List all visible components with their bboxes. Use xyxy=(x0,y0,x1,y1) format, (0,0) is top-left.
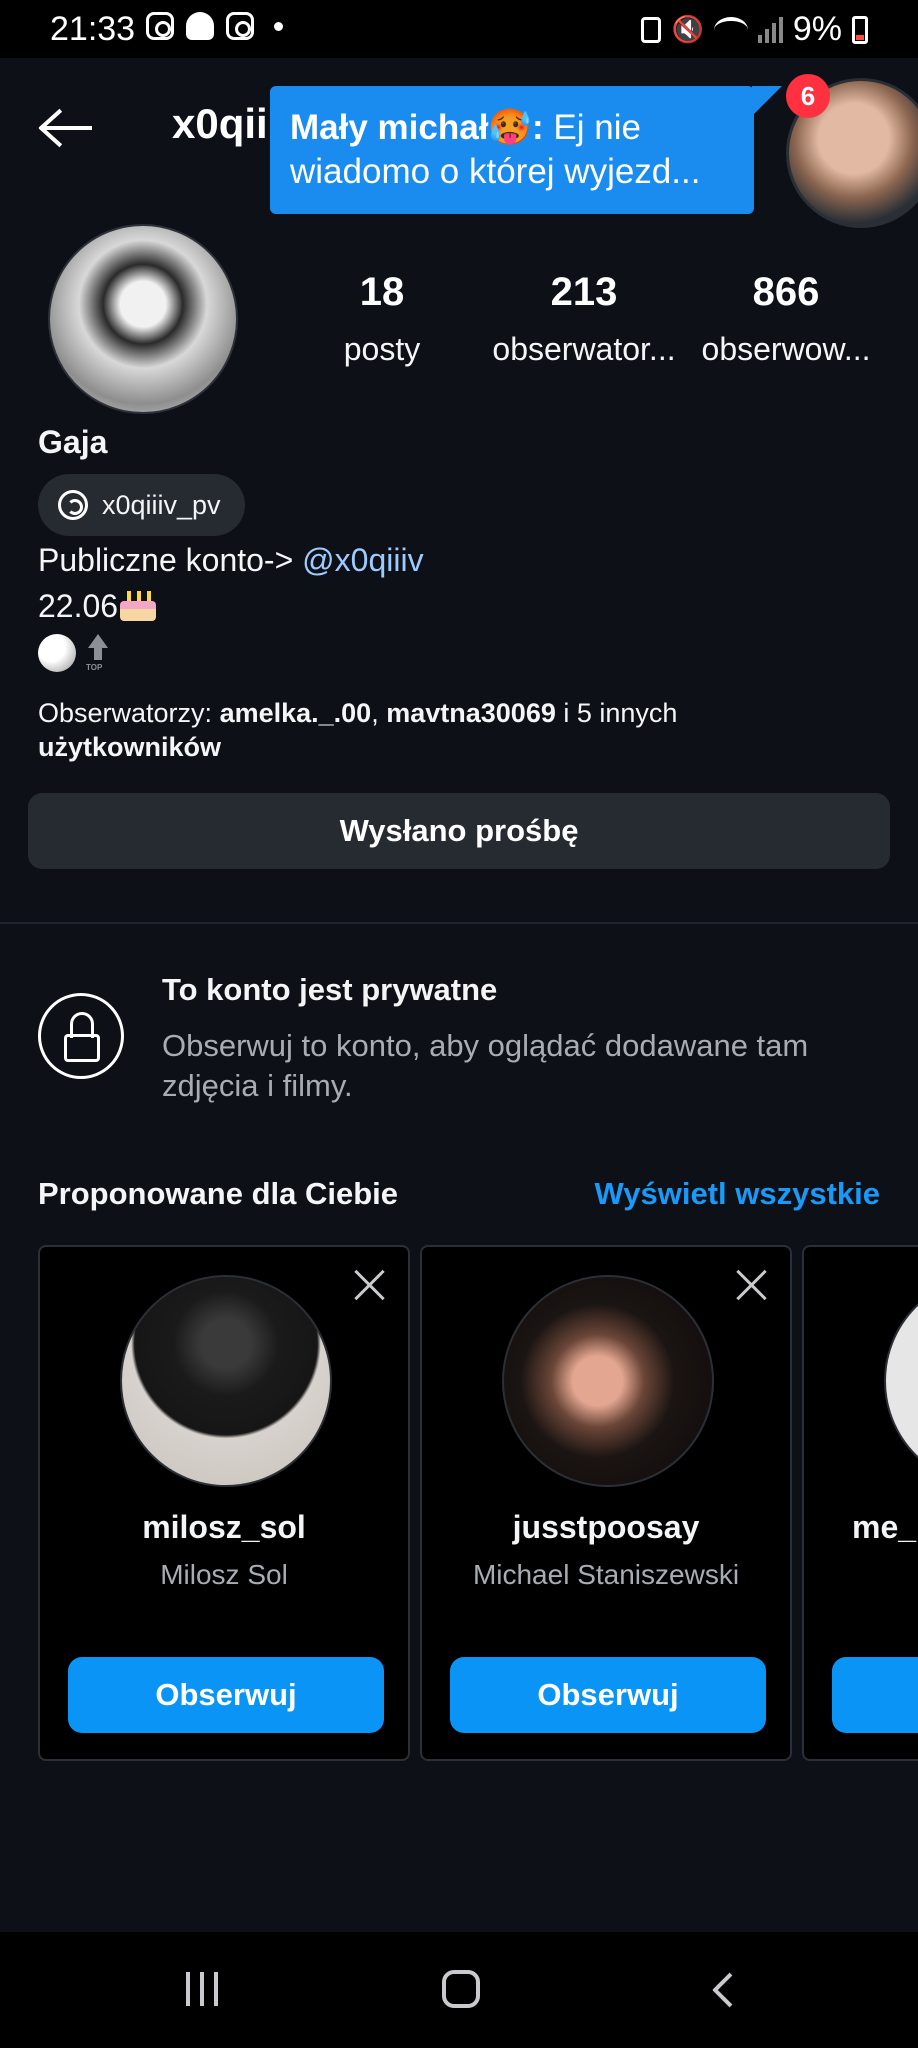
suggestion-avatar[interactable] xyxy=(120,1275,332,1487)
signal-icon xyxy=(757,16,783,43)
follow-requested-button[interactable]: Wysłano prośbę xyxy=(28,793,890,869)
see-all-link[interactable]: Wyświetl wszystkie xyxy=(595,1176,880,1212)
status-notification-icons xyxy=(146,12,283,40)
bio-mention-link[interactable]: @x0qiiiv xyxy=(302,542,423,578)
recent-apps-button[interactable] xyxy=(186,1972,218,2006)
close-icon[interactable] xyxy=(736,1269,768,1301)
notification-message-end: wiadomo o której wyjezd... xyxy=(290,152,701,191)
stat-followers-count: 213 xyxy=(550,270,618,314)
more-notifications-dot-icon xyxy=(274,21,283,31)
bio-text: Publiczne konto-> xyxy=(38,542,294,578)
instagram-notification-icon-2 xyxy=(226,12,254,40)
followed-by-text[interactable]: Obserwatorzy: amelka._.00, mavtna30069 i… xyxy=(38,696,838,764)
battery-percent: 9% xyxy=(792,10,842,48)
suggestion-username[interactable]: milosz_sol xyxy=(40,1509,408,1546)
snapchat-notification-icon xyxy=(186,12,214,40)
suggestion-full-name: Milosz Sol xyxy=(160,1559,288,1590)
suggestion-card[interactable]: jusstpoosay Michael Staniszewski Obserwu… xyxy=(420,1245,792,1761)
threads-link[interactable]: x0qiiiv_pv xyxy=(38,474,245,536)
close-icon[interactable] xyxy=(354,1269,386,1301)
instagram-notification-icon xyxy=(146,12,174,40)
threads-handle: x0qiiiv_pv xyxy=(102,489,221,520)
arrow-left-icon xyxy=(42,126,92,130)
unread-badge: 6 xyxy=(786,74,830,118)
battery-icon xyxy=(852,15,868,44)
birthday-cake-icon xyxy=(120,591,157,621)
suggestion-avatar[interactable] xyxy=(502,1275,714,1487)
data-saver-icon xyxy=(641,16,662,43)
suggestion-card-partial[interactable]: me_l xyxy=(802,1245,918,1761)
stat-posts-count: 18 xyxy=(359,270,405,314)
bio-date: 22.06 xyxy=(38,588,119,624)
stat-followers[interactable]: 213 obserwator... xyxy=(484,270,684,368)
status-time: 21:33 xyxy=(50,10,136,48)
notification-sender: Mały michał🥵: xyxy=(290,108,544,147)
home-button[interactable] xyxy=(442,1970,480,2008)
follow-button[interactable]: Obserwuj xyxy=(68,1657,384,1733)
suggestion-card[interactable]: milosz_sol Milosz Sol Obserwuj xyxy=(38,1245,410,1761)
message-bubble-notification[interactable]: Mały michał🥵: Ej nie wiadomo o której wy… xyxy=(270,86,754,214)
followers-more: użytkowników xyxy=(38,732,222,762)
display-name: Gaja xyxy=(38,424,108,460)
wifi-icon xyxy=(713,16,748,43)
suggestion-avatar[interactable] xyxy=(884,1275,918,1487)
follow-button[interactable]: Obserwuj xyxy=(450,1657,766,1733)
suggestion-username[interactable]: jusstpoosay xyxy=(422,1509,790,1546)
bio-line-2: 22.06 xyxy=(38,588,157,625)
status-system-icons: 🔇 9% xyxy=(641,10,868,49)
section-divider xyxy=(0,922,918,924)
follower-link-2[interactable]: mavtna30069 xyxy=(386,698,556,728)
bio-line-3: TOP xyxy=(38,634,112,672)
suggestions-title: Proponowane dla Ciebie xyxy=(38,1176,398,1211)
bubble-tail xyxy=(752,86,782,116)
bio-line-1: Publiczne konto-> @x0qiiiv xyxy=(38,542,424,579)
stat-posts-label: posty xyxy=(343,331,421,367)
profile-username: x0qii xyxy=(172,100,268,147)
notification-message-start: Ej nie xyxy=(553,108,641,147)
stat-following[interactable]: 866 obserwow... xyxy=(686,270,886,368)
private-account-description: Obserwuj to konto, aby oglądać dodawane … xyxy=(162,1028,809,1103)
stat-posts: 18 posty xyxy=(282,270,482,368)
stat-followers-label: obserwator... xyxy=(492,331,676,367)
follow-button[interactable] xyxy=(832,1657,918,1733)
profile-avatar[interactable] xyxy=(48,224,238,414)
suggestion-full-name: Michael Staniszewski xyxy=(472,1559,740,1590)
back-button[interactable] xyxy=(36,106,96,150)
stat-following-count: 866 xyxy=(752,270,820,314)
top-arrow-icon: TOP xyxy=(84,634,112,672)
status-bar: 21:33 🔇 9% xyxy=(0,0,918,58)
suggestion-username[interactable]: me_l xyxy=(852,1509,918,1546)
mute-icon: 🔇 xyxy=(671,14,704,44)
lock-body xyxy=(64,1034,100,1062)
private-account-title: To konto jest prywatne xyxy=(162,972,498,1007)
stat-following-label: obserwow... xyxy=(701,331,871,367)
follower-link-1[interactable]: amelka._.00 xyxy=(220,698,372,728)
system-back-button[interactable] xyxy=(706,1970,746,2010)
threads-icon xyxy=(58,490,88,520)
volleyball-icon xyxy=(38,634,76,672)
